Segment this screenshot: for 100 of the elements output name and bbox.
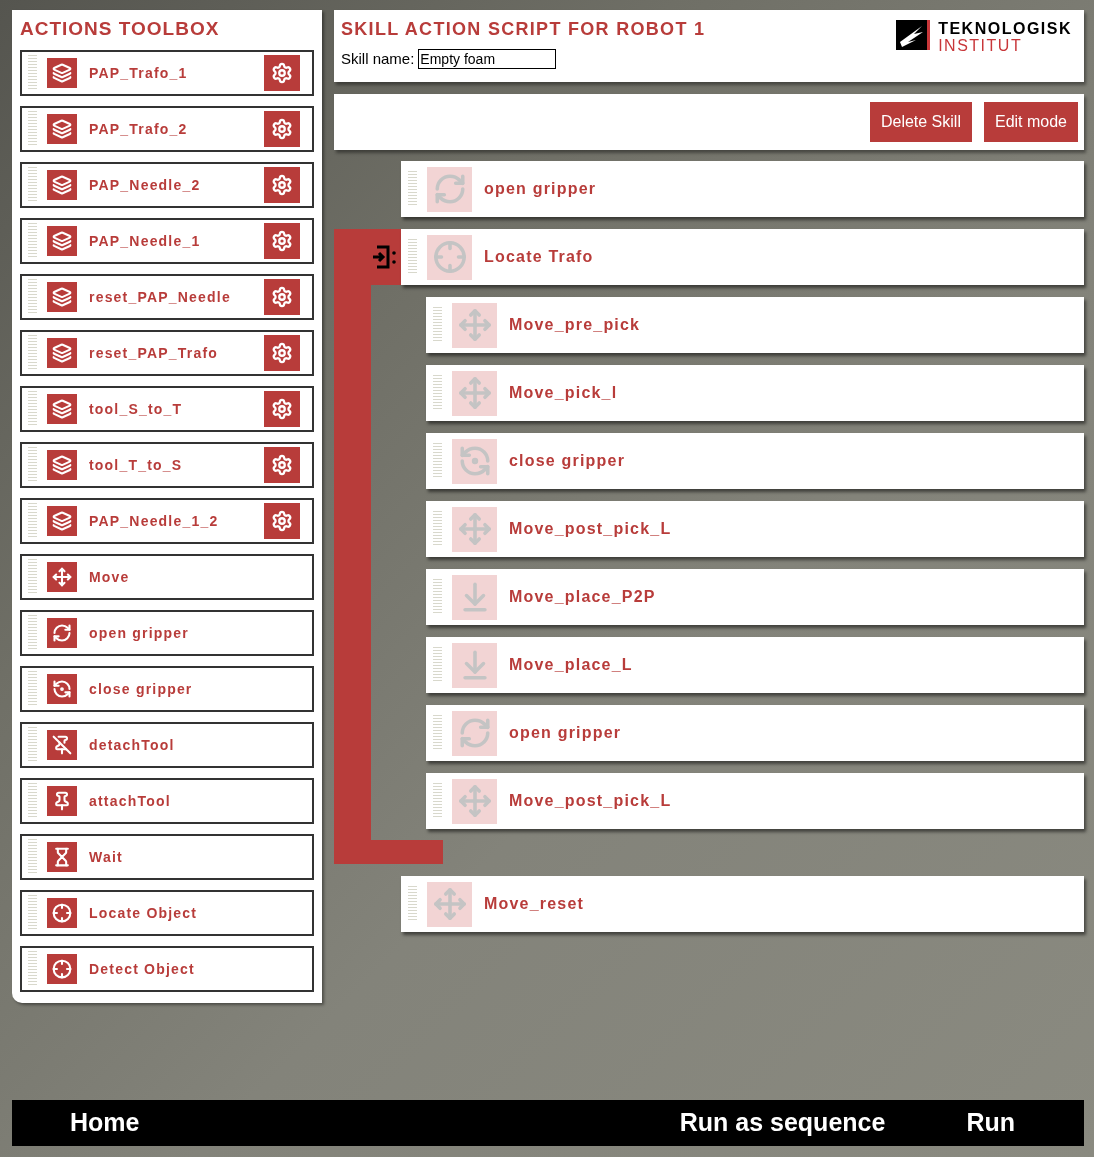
skill-name-label: Skill name:: [341, 49, 415, 69]
layers-icon: [47, 450, 77, 480]
script-action-card[interactable]: open gripper: [426, 705, 1084, 761]
action-label: PAP_Needle_1: [89, 231, 202, 251]
toolbox-action[interactable]: attachTool: [20, 778, 314, 824]
toolbox-action[interactable]: PAP_Trafo_2: [20, 106, 314, 152]
action-label: Detect Object: [89, 959, 196, 979]
hourglass-icon: [47, 842, 77, 872]
logo-wordmark: TEKNOLOGISK: [938, 20, 1072, 37]
pin-icon: [47, 786, 77, 816]
toolbox-action[interactable]: detachTool: [20, 722, 314, 768]
group-enter-icon: [371, 245, 397, 269]
crosshair-icon: [427, 234, 472, 280]
toolbox-action[interactable]: tool_T_to_S: [20, 442, 314, 488]
arrows-icon: [47, 562, 77, 592]
toolbox-action[interactable]: Wait: [20, 834, 314, 880]
download-icon: [452, 574, 497, 620]
script-action-card[interactable]: Move_place_L: [426, 637, 1084, 693]
action-label: close gripper: [509, 451, 626, 471]
toolbox-action[interactable]: tool_S_to_T: [20, 386, 314, 432]
settings-button[interactable]: [264, 223, 300, 259]
action-label: PAP_Trafo_1: [89, 63, 189, 83]
layers-icon: [47, 170, 77, 200]
script-action-card[interactable]: open gripper: [401, 161, 1084, 217]
action-label: close gripper: [89, 679, 194, 699]
settings-button[interactable]: [264, 111, 300, 147]
run-sequence-button[interactable]: Run as sequence: [679, 1104, 886, 1142]
action-label: reset_PAP_Needle: [89, 287, 232, 307]
toolbox-action[interactable]: Locate Object: [20, 890, 314, 936]
run-button[interactable]: Run: [966, 1104, 1015, 1142]
rotate-arrows-icon: [47, 618, 77, 648]
script-action-card[interactable]: Move_place_P2P: [426, 569, 1084, 625]
action-label: tool_S_to_T: [89, 399, 184, 419]
toolbar-button[interactable]: Edit mode: [983, 102, 1078, 142]
layers-icon: [47, 58, 77, 88]
action-label: detachTool: [89, 735, 176, 755]
layers-icon: [47, 282, 77, 312]
script-action-card[interactable]: Move_pick_l: [426, 365, 1084, 421]
toolbox-action[interactable]: PAP_Trafo_1: [20, 50, 314, 96]
gear-icon: [271, 118, 293, 140]
gear-icon: [271, 230, 293, 252]
toolbox-action[interactable]: Move: [20, 554, 314, 600]
action-label: Move_place_L: [509, 655, 633, 675]
crosshair-icon: [47, 954, 77, 984]
logo-icon: [896, 20, 931, 50]
gear-icon: [271, 398, 293, 420]
action-label: open gripper: [89, 623, 190, 643]
action-label: open gripper: [509, 723, 622, 743]
script-action-card[interactable]: Move_post_pick_L: [426, 501, 1084, 557]
rotate-arrows-icon: [427, 166, 472, 212]
toolbox-action[interactable]: close gripper: [20, 666, 314, 712]
logo-wordmark: INSTITUT: [938, 37, 1024, 54]
settings-button[interactable]: [264, 503, 300, 539]
script-action-card[interactable]: Move_reset: [401, 876, 1084, 932]
layers-icon: [47, 338, 77, 368]
script-action-card[interactable]: Move_pre_pick: [426, 297, 1084, 353]
action-label: Wait: [89, 847, 124, 867]
skill-name-field[interactable]: Empty foam: [418, 49, 557, 70]
layers-icon: [47, 506, 77, 536]
settings-button[interactable]: [264, 55, 300, 91]
action-label: Move_post_pick_L: [509, 519, 672, 539]
toolbox-action[interactable]: Detect Object: [20, 946, 314, 992]
action-label: Move_pick_l: [509, 383, 618, 403]
toolbox-action[interactable]: PAP_Needle_2: [20, 162, 314, 208]
gear-icon: [271, 174, 293, 196]
action-label: reset_PAP_Trafo: [89, 343, 219, 363]
action-label: PAP_Needle_2: [89, 175, 202, 195]
action-label: Move_reset: [484, 894, 585, 914]
toolbox-action[interactable]: reset_PAP_Trafo: [20, 330, 314, 376]
toolbox-action[interactable]: PAP_Needle_1: [20, 218, 314, 264]
download-icon: [452, 642, 497, 688]
settings-button[interactable]: [264, 447, 300, 483]
script-action-card[interactable]: close gripper: [426, 433, 1084, 489]
panel-title: ACTIONS TOOLBOX: [20, 18, 221, 40]
gear-icon: [271, 62, 293, 84]
script-action-card[interactable]: Move_post_pick_L: [426, 773, 1084, 829]
settings-button[interactable]: [264, 167, 300, 203]
settings-button[interactable]: [264, 279, 300, 315]
home-button[interactable]: Home: [70, 1104, 140, 1142]
arrows-icon: [452, 778, 497, 824]
settings-button[interactable]: [264, 335, 300, 371]
action-label: tool_T_to_S: [89, 455, 184, 475]
settings-button[interactable]: [264, 391, 300, 427]
arrows-icon: [452, 302, 497, 348]
layers-icon: [47, 394, 77, 424]
script-action-card[interactable]: Locate Trafo: [401, 229, 1084, 285]
gear-icon: [271, 286, 293, 308]
arrows-icon: [452, 370, 497, 416]
gear-icon: [271, 342, 293, 364]
action-label: Move_post_pick_L: [509, 791, 672, 811]
toolbox-action[interactable]: PAP_Needle_1_2: [20, 498, 314, 544]
action-label: Move_pre_pick: [509, 315, 641, 335]
action-label: PAP_Trafo_2: [89, 119, 189, 139]
action-label: Move: [89, 567, 131, 587]
arrows-icon: [427, 881, 472, 927]
toolbox-action[interactable]: reset_PAP_Needle: [20, 274, 314, 320]
toolbox-action[interactable]: open gripper: [20, 610, 314, 656]
action-label: attachTool: [89, 791, 172, 811]
toolbar-button[interactable]: Delete Skill: [869, 102, 972, 142]
action-label: open gripper: [484, 179, 597, 199]
